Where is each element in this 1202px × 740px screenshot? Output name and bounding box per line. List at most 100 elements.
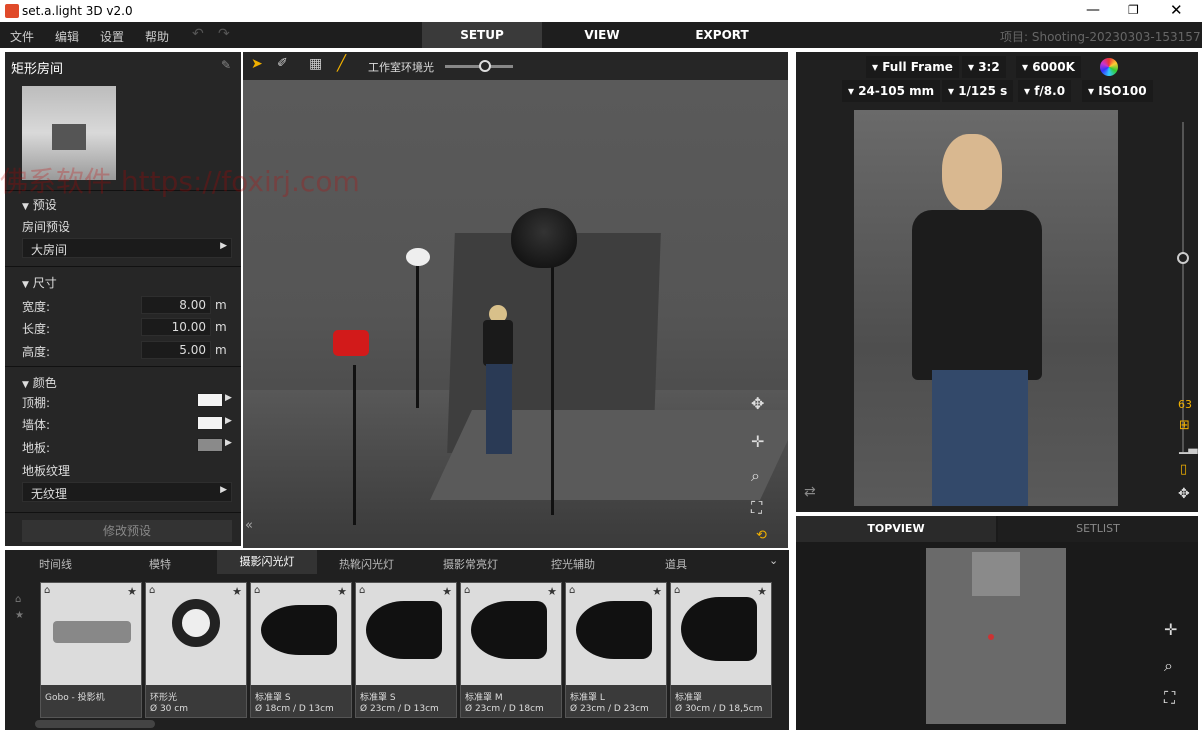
card-reflector-s-23[interactable]: ⌂ ★ 标准罩 S Ø 23cm / D 13cm (355, 582, 457, 718)
orientation-icon[interactable]: ▯ (1180, 462, 1187, 477)
card-name: 标准罩 M (465, 693, 503, 703)
3d-viewport[interactable]: ✥ ✛ ⌕ ⛶ ⟲ « (243, 80, 788, 548)
category-light-shapers[interactable]: 控光辅助 (551, 556, 595, 572)
tab-view[interactable]: VIEW (542, 22, 662, 48)
minimize-icon[interactable]: — (1086, 2, 1100, 18)
orbit-icon[interactable]: ✥ (751, 394, 764, 413)
zoom-value: 63 (1178, 398, 1192, 411)
close-icon[interactable]: ✕ (1170, 1, 1183, 19)
category-speedlight[interactable]: 热靴闪光灯 (339, 556, 394, 572)
menu-settings[interactable]: 设置 (100, 28, 124, 45)
home-icon: ⌂ (464, 585, 471, 596)
card-reflector-m[interactable]: ⌂ ★ 标准罩 M Ø 23cm / D 18cm (460, 582, 562, 718)
expand-icon[interactable]: ⌄ (769, 554, 778, 567)
navigate-icon[interactable]: ✥ (1178, 486, 1190, 502)
card-reflector-30[interactable]: ⌂ ★ 标准罩 Ø 30cm / D 18,5cm (670, 582, 772, 718)
model-body[interactable] (483, 320, 513, 366)
grid-icon[interactable]: ▦ (309, 56, 322, 72)
card-ring-light[interactable]: ⌂ ★ 环形光 Ø 30 cm (145, 582, 247, 718)
select-tool-icon[interactable]: ➤ (251, 56, 263, 72)
chevron-right-icon: ▶ (220, 485, 227, 495)
zoom-icon[interactable]: ⌕ (1164, 656, 1173, 676)
home-icon: ⌂ (674, 585, 681, 596)
horizontal-scrollbar[interactable] (35, 720, 155, 728)
window-title: set.a.light 3D v2.0 (22, 4, 133, 18)
card-gobo[interactable]: ⌂ ★ Gobo - 投影机 (40, 582, 142, 718)
ceiling-label: 顶棚: (22, 396, 51, 410)
beauty-dish[interactable] (511, 208, 577, 268)
sensor-select[interactable]: ▾ Full Frame (866, 56, 959, 78)
star-filter-icon[interactable]: ★ (15, 610, 24, 621)
white-balance-select[interactable]: ▾ 6000K (1016, 56, 1081, 78)
star-icon[interactable]: ★ (547, 585, 557, 598)
chevron-right-icon[interactable]: ▶ (225, 438, 232, 448)
histogram-icon[interactable]: ▁▃ (1179, 440, 1197, 454)
line-tool-icon[interactable]: ╱ (337, 54, 346, 72)
star-icon[interactable]: ★ (127, 585, 137, 598)
menu-file[interactable]: 文件 (10, 28, 34, 45)
lens-select[interactable]: ▾ 24-105 mm (842, 80, 941, 102)
menu-edit[interactable]: 编辑 (55, 28, 79, 45)
reset-view-icon[interactable]: ⟲ (756, 528, 767, 543)
tab-setlist[interactable]: SETLIST (998, 516, 1198, 542)
star-icon[interactable]: ★ (337, 585, 347, 598)
chevron-right-icon[interactable]: ▶ (225, 416, 232, 426)
undo-icon[interactable]: ↶ (192, 26, 204, 42)
iso-select[interactable]: ▾ ISO100 (1082, 80, 1153, 102)
width-field[interactable]: 8.00 (141, 296, 211, 314)
wall-color-swatch[interactable] (197, 416, 223, 430)
star-icon[interactable]: ★ (652, 585, 662, 598)
category-props[interactable]: 道具 (665, 556, 687, 572)
modify-preset-button[interactable]: 修改预设 (22, 520, 232, 542)
height-field[interactable]: 5.00 (141, 341, 211, 359)
chevron-right-icon[interactable]: ▶ (225, 393, 232, 403)
home-filter-icon[interactable]: ⌂ (15, 594, 21, 605)
app-logo-icon (5, 4, 19, 18)
ratio-select[interactable]: ▾ 3:2 (962, 56, 1006, 78)
floor-color-swatch[interactable] (197, 438, 223, 452)
category-models[interactable]: 模特 (149, 556, 171, 572)
ambient-light-slider[interactable] (445, 60, 513, 72)
room-panel: 矩形房间 ✎ ▼ 预设 房间预设 大房间 ▶ ▼ 尺寸 宽度: 8.00 m 长… (5, 52, 241, 546)
restore-icon[interactable]: ❐ (1128, 3, 1139, 17)
tab-setup[interactable]: SETUP (422, 22, 542, 48)
pan-icon[interactable]: ✛ (751, 432, 764, 451)
measure-tool-icon[interactable]: ✐ (277, 56, 288, 71)
card-reflector-s-18[interactable]: ⌂ ★ 标准罩 S Ø 18cm / D 13cm (250, 582, 352, 718)
tab-topview[interactable]: TOPVIEW (796, 516, 996, 542)
topview-map[interactable] (926, 548, 1066, 724)
star-icon[interactable]: ★ (442, 585, 452, 598)
color-picker-icon[interactable] (1100, 58, 1118, 76)
length-field[interactable]: 10.00 (141, 318, 211, 336)
category-continuous[interactable]: 摄影常亮灯 (443, 556, 498, 572)
pan-icon[interactable]: ✛ (1164, 620, 1177, 639)
floor-texture-select[interactable]: 无纹理 ▶ (22, 482, 232, 502)
card-name: 标准罩 S (255, 693, 291, 703)
grid-overlay-icon[interactable]: ⊞ (1179, 418, 1190, 433)
fit-view-icon[interactable]: ⛶ (751, 498, 762, 518)
star-icon[interactable]: ★ (232, 585, 242, 598)
category-studio-flash[interactable]: 摄影闪光灯 (217, 550, 317, 574)
tab-export[interactable]: EXPORT (662, 22, 782, 48)
studio-flash-head[interactable] (406, 248, 430, 266)
color-header[interactable]: ▼ 颜色 (22, 374, 57, 391)
room-preset-select[interactable]: 大房间 ▶ (22, 238, 232, 258)
aperture-select[interactable]: ▾ f/8.0 (1018, 80, 1072, 102)
collapse-panel-icon[interactable]: « (245, 518, 253, 533)
fit-view-icon[interactable]: ⛶ (1164, 688, 1175, 708)
menu-help[interactable]: 帮助 (145, 28, 169, 45)
redo-icon[interactable]: ↷ (218, 26, 230, 42)
card-size: Ø 23cm / D 13cm (360, 704, 439, 714)
camera-preview[interactable] (854, 110, 1118, 506)
size-header[interactable]: ▼ 尺寸 (22, 274, 57, 291)
category-timeline[interactable]: 时间线 (39, 556, 72, 572)
swap-icon[interactable]: ⇄ (804, 484, 816, 500)
zoom-icon[interactable]: ⌕ (751, 466, 760, 486)
star-icon[interactable]: ★ (757, 585, 767, 598)
shutter-select[interactable]: ▾ 1/125 s (942, 80, 1014, 102)
camera-icon[interactable] (333, 330, 369, 356)
card-reflector-l[interactable]: ⌂ ★ 标准罩 L Ø 23cm / D 23cm (565, 582, 667, 718)
ceiling-color-swatch[interactable] (197, 393, 223, 407)
card-name: 标准罩 L (570, 693, 605, 703)
pin-icon[interactable]: ✎ (221, 58, 231, 72)
